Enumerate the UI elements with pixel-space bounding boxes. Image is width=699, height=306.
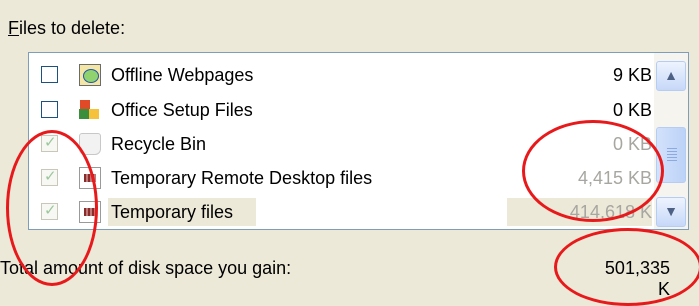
vertical-scrollbar[interactable]: ▲ ▼ (654, 53, 688, 229)
scroll-down-button[interactable]: ▼ (656, 197, 686, 227)
chevron-down-icon: ▼ (664, 203, 678, 219)
item-name: Recycle Bin (111, 134, 207, 154)
files-label-mnemonic: F (8, 18, 19, 38)
item-size: 9 KB (612, 65, 652, 85)
annotation-circle-total (554, 228, 699, 306)
item-size: 0 KB (612, 100, 652, 120)
grip-icon (667, 148, 677, 162)
offline-webpages-icon (79, 64, 101, 86)
item-name: Temporary files (111, 202, 234, 222)
office-setup-icon (79, 99, 101, 121)
scroll-up-button[interactable]: ▲ (656, 61, 686, 91)
list-item-office-setup-files[interactable]: Office Setup Files 0 KB (29, 93, 652, 127)
offline-webpages-checkbox[interactable] (41, 66, 58, 83)
item-name: Offline Webpages (111, 65, 254, 85)
office-setup-files-checkbox[interactable] (41, 101, 58, 118)
list-item-offline-webpages[interactable]: Offline Webpages 9 KB (29, 58, 652, 92)
item-name: Office Setup Files (111, 100, 253, 120)
chevron-up-icon: ▲ (664, 67, 678, 83)
item-name: Temporary Remote Desktop files (111, 168, 373, 188)
annotation-circle-sizes (522, 120, 664, 222)
files-to-delete-label: Files to delete: (8, 18, 125, 39)
annotation-circle-checkboxes (6, 130, 98, 286)
files-label-text: iles to delete: (19, 18, 126, 38)
